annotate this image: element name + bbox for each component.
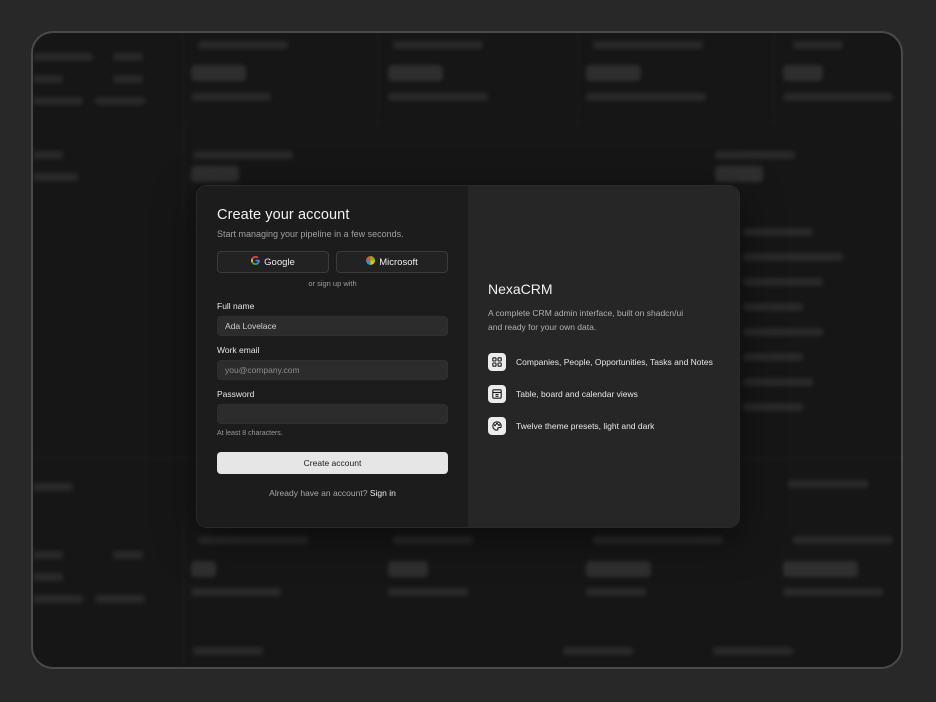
feature-text: Table, board and calendar views — [516, 389, 638, 399]
brand-description: A complete CRM admin interface, built on… — [488, 308, 684, 332]
password-field-group: Password At least 8 characters. — [217, 389, 448, 437]
google-button-label: Google — [264, 256, 295, 268]
google-icon — [251, 256, 260, 268]
feature-text: Twelve theme presets, light and dark — [516, 421, 655, 431]
dialog-subtitle: Start managing your pipeline in a few se… — [217, 229, 404, 239]
password-label: Password — [217, 389, 255, 399]
feature-list: Companies, People, Opportunities, Tasks … — [488, 352, 713, 448]
google-signup-button[interactable]: Google — [217, 251, 329, 273]
calendar-board-icon — [488, 385, 506, 403]
password-hint: At least 8 characters. — [217, 430, 283, 437]
feature-item: Twelve theme presets, light and dark — [488, 416, 713, 436]
oauth-buttons: Google Microsoft — [217, 251, 448, 273]
brand-panel: NexaCRM A complete CRM admin interface, … — [468, 186, 739, 527]
palette-icon — [488, 417, 506, 435]
feature-item: Companies, People, Opportunities, Tasks … — [488, 352, 713, 372]
brand-name: NexaCRM — [488, 281, 553, 297]
microsoft-icon — [366, 256, 376, 268]
password-input[interactable] — [217, 404, 448, 424]
work-email-input[interactable]: you@company.com — [217, 360, 448, 380]
full-name-input[interactable]: Ada Lovelace — [217, 316, 448, 336]
dialog-title: Create your account — [217, 207, 350, 223]
signin-link[interactable]: Sign in — [370, 488, 396, 498]
signin-row: Already have an account? Sign in — [217, 488, 448, 498]
signin-prompt: Already have an account? — [269, 488, 368, 498]
oauth-divider: or sign up with — [308, 279, 357, 288]
feature-text: Companies, People, Opportunities, Tasks … — [516, 357, 713, 367]
full-name-field-group: Full name Ada Lovelace — [217, 301, 448, 336]
full-name-label: Full name — [217, 301, 255, 311]
work-email-label: Work email — [217, 345, 260, 355]
feature-item: Table, board and calendar views — [488, 384, 713, 404]
signup-form-panel: Create your account Start managing your … — [197, 186, 468, 527]
signup-dialog: Create your account Start managing your … — [197, 186, 739, 527]
microsoft-button-label: Microsoft — [379, 256, 418, 268]
create-account-button[interactable]: Create account — [217, 452, 448, 474]
grid-icon — [488, 353, 506, 371]
microsoft-signup-button[interactable]: Microsoft — [336, 251, 448, 273]
work-email-field-group: Work email you@company.com — [217, 345, 448, 380]
